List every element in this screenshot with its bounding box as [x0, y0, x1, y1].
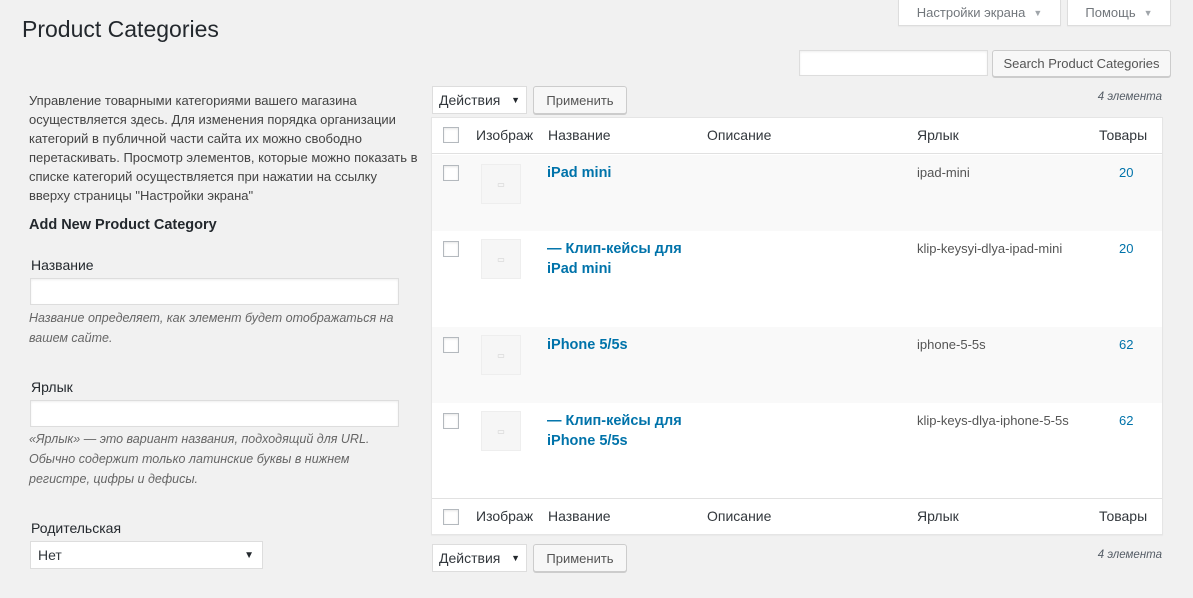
row-checkbox[interactable] [443, 413, 459, 429]
parent-label: Родительская [31, 520, 122, 536]
bulk-actions-label: Действия [439, 550, 501, 566]
row-count-link[interactable]: 20 [1119, 241, 1133, 256]
page-title: Product Categories [22, 16, 219, 42]
name-hint: Название определяет, как элемент будет о… [29, 311, 394, 345]
column-footer-count[interactable]: Товары [1099, 508, 1147, 524]
column-header-slug[interactable]: Ярлык [917, 127, 959, 143]
categories-table: Изображ Название Описание Ярлык Товары ▭… [431, 117, 1163, 535]
table-header: Изображ Название Описание Ярлык Товары [432, 118, 1162, 154]
item-count-top: 4 элемента [1097, 91, 1162, 103]
thumbnail-placeholder-icon: ▭ [481, 164, 521, 204]
parent-select-value: Нет [38, 547, 62, 563]
table-row: ▭ — Клип-кейсы для iPhone 5/5s klip-keys… [432, 403, 1162, 498]
item-count-bottom: 4 элемента [1097, 549, 1162, 561]
select-all-checkbox[interactable] [443, 127, 459, 143]
table-row: ▭ iPad mini ipad-mini 20 [432, 155, 1162, 231]
row-checkbox[interactable] [443, 337, 459, 353]
row-name-link[interactable]: — Клип-кейсы для iPad mini [547, 239, 697, 279]
row-slug: ipad-mini [917, 165, 970, 180]
row-slug: klip-keysyi-dlya-ipad-mini [917, 241, 1063, 256]
table-row: ▭ iPhone 5/5s iphone-5-5s 62 [432, 327, 1162, 403]
caret-down-icon: ▼ [1033, 7, 1043, 18]
bulk-actions-select-bottom[interactable]: Действия ▼ [432, 544, 527, 572]
row-name-link[interactable]: iPad mini [547, 163, 697, 183]
screen-options-label: Настройки экрана [916, 5, 1026, 20]
name-input[interactable] [30, 278, 399, 305]
row-count-link[interactable]: 20 [1119, 165, 1133, 180]
row-slug: klip-keys-dlya-iphone-5-5s [917, 413, 1069, 428]
column-header-name[interactable]: Название [548, 127, 611, 143]
row-checkbox[interactable] [443, 241, 459, 257]
bulk-actions-label: Действия [439, 92, 501, 108]
caret-down-icon: ▼ [511, 553, 520, 563]
form-title: Add New Product Category [29, 217, 217, 233]
column-header-description[interactable]: Описание [707, 127, 771, 143]
row-name-link[interactable]: — Клип-кейсы для iPhone 5/5s [547, 411, 697, 451]
caret-down-icon: ▼ [244, 549, 254, 561]
thumbnail-placeholder-icon: ▭ [481, 239, 521, 279]
column-footer-slug[interactable]: Ярлык [917, 508, 959, 524]
slug-hint: «Ярлык» — это вариант названия, подходящ… [29, 432, 370, 486]
parent-select[interactable]: Нет ▼ [30, 541, 263, 569]
row-count-link[interactable]: 62 [1119, 337, 1133, 352]
column-footer-image: Изображ [476, 508, 534, 524]
column-footer-description[interactable]: Описание [707, 508, 771, 524]
caret-down-icon: ▼ [1143, 7, 1153, 18]
row-name-link[interactable]: iPhone 5/5s [547, 335, 697, 355]
row-slug: iphone-5-5s [917, 337, 986, 352]
help-button[interactable]: Помощь ▼ [1067, 0, 1171, 26]
table-footer: Изображ Название Описание Ярлык Товары [432, 498, 1162, 534]
row-count-link[interactable]: 62 [1119, 413, 1133, 428]
column-header-count[interactable]: Товары [1099, 127, 1147, 143]
apply-button-top[interactable]: Применить [533, 86, 627, 114]
search-button[interactable]: Search Product Categories [992, 50, 1171, 77]
thumbnail-placeholder-icon: ▭ [481, 335, 521, 375]
column-header-image: Изображ [476, 127, 534, 143]
screen-options-button[interactable]: Настройки экрана ▼ [898, 0, 1061, 26]
table-row: ▭ — Клип-кейсы для iPad mini klip-keysyi… [432, 231, 1162, 327]
name-label: Название [31, 257, 94, 273]
help-label: Помощь [1085, 5, 1136, 20]
page-description: Управление товарными категориями вашего … [29, 93, 418, 203]
caret-down-icon: ▼ [511, 95, 520, 105]
search-input[interactable] [799, 50, 988, 76]
column-footer-name[interactable]: Название [548, 508, 611, 524]
row-checkbox[interactable] [443, 165, 459, 181]
bulk-actions-select-top[interactable]: Действия ▼ [432, 86, 527, 114]
slug-input[interactable] [30, 400, 399, 427]
select-all-checkbox-footer[interactable] [443, 509, 459, 525]
slug-label: Ярлык [31, 379, 73, 395]
apply-button-bottom[interactable]: Применить [533, 544, 627, 572]
thumbnail-placeholder-icon: ▭ [481, 411, 521, 451]
